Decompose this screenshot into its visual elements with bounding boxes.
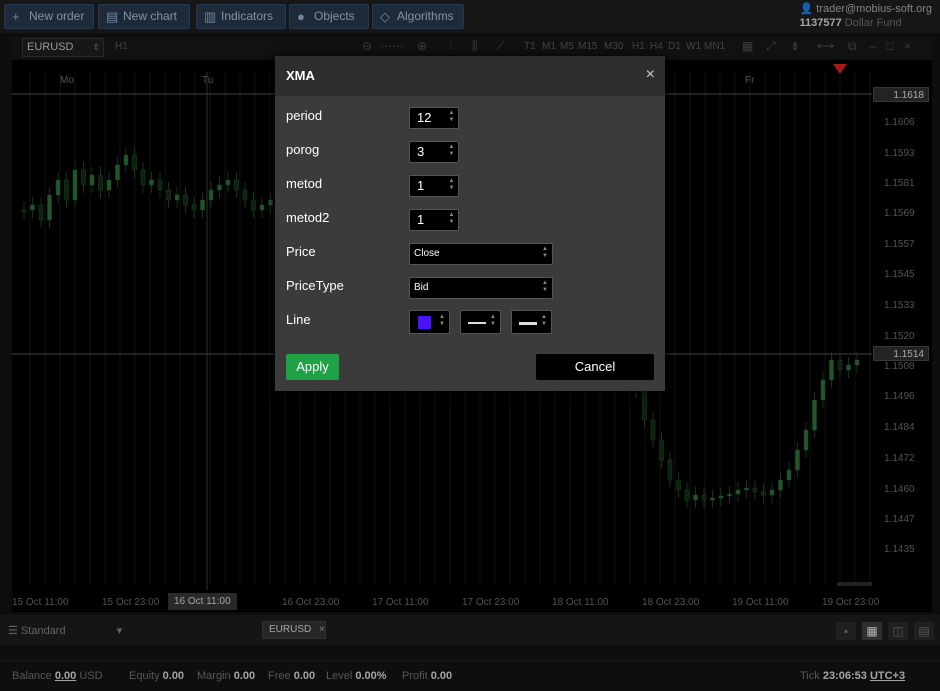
dialog-header: XMA × [275, 56, 665, 96]
line-style-select[interactable]: ▲ ▼ [460, 310, 501, 334]
spinner-icon[interactable]: ▲ ▼ [448, 144, 455, 158]
apply-button[interactable]: Apply [286, 354, 339, 380]
line-label: Line [286, 312, 311, 327]
period-input[interactable]: 12 ▲ ▼ [409, 107, 459, 129]
line-width-icon [519, 322, 537, 325]
spinner-icon: ▲ ▼ [542, 246, 548, 259]
spinner-icon[interactable]: ▲ ▼ [448, 212, 455, 226]
dialog-title: XMA [286, 68, 315, 83]
metod-input[interactable]: 1 ▲ ▼ [409, 175, 459, 197]
cancel-button[interactable]: Cancel [536, 354, 654, 380]
spinner-icon: ▲ ▼ [490, 314, 496, 327]
spinner-icon: ▲ ▼ [541, 314, 547, 327]
period-label: period [286, 108, 323, 123]
price-label: Price [286, 244, 316, 259]
pricetype-label: PriceType [286, 278, 344, 293]
line-color-select[interactable]: ▲ ▼ [409, 310, 450, 334]
porog-label: porog [286, 142, 320, 157]
line-style-icon [468, 322, 486, 324]
spinner-icon[interactable]: ▲ ▼ [448, 178, 455, 192]
metod2-label: metod2 [286, 210, 330, 225]
pricetype-select[interactable]: Bid ▲ ▼ [409, 277, 553, 299]
spinner-icon[interactable]: ▲ ▼ [448, 110, 455, 124]
indicator-settings-dialog: XMA × period 12 ▲ ▼ porog 3 ▲ ▼ metod 1 ▲ ▼… [275, 56, 665, 391]
porog-input[interactable]: 3 ▲ ▼ [409, 141, 459, 163]
spinner-icon: ▲ ▼ [439, 314, 445, 327]
spinner-icon: ▲ ▼ [542, 280, 548, 293]
line-width-select[interactable]: ▲ ▼ [511, 310, 552, 334]
metod2-input[interactable]: 1 ▲ ▼ [409, 209, 459, 231]
price-select[interactable]: Close ▲ ▼ [409, 243, 553, 265]
metod-label: metod [286, 176, 323, 191]
close-icon[interactable]: × [646, 66, 655, 84]
color-swatch [418, 316, 431, 329]
